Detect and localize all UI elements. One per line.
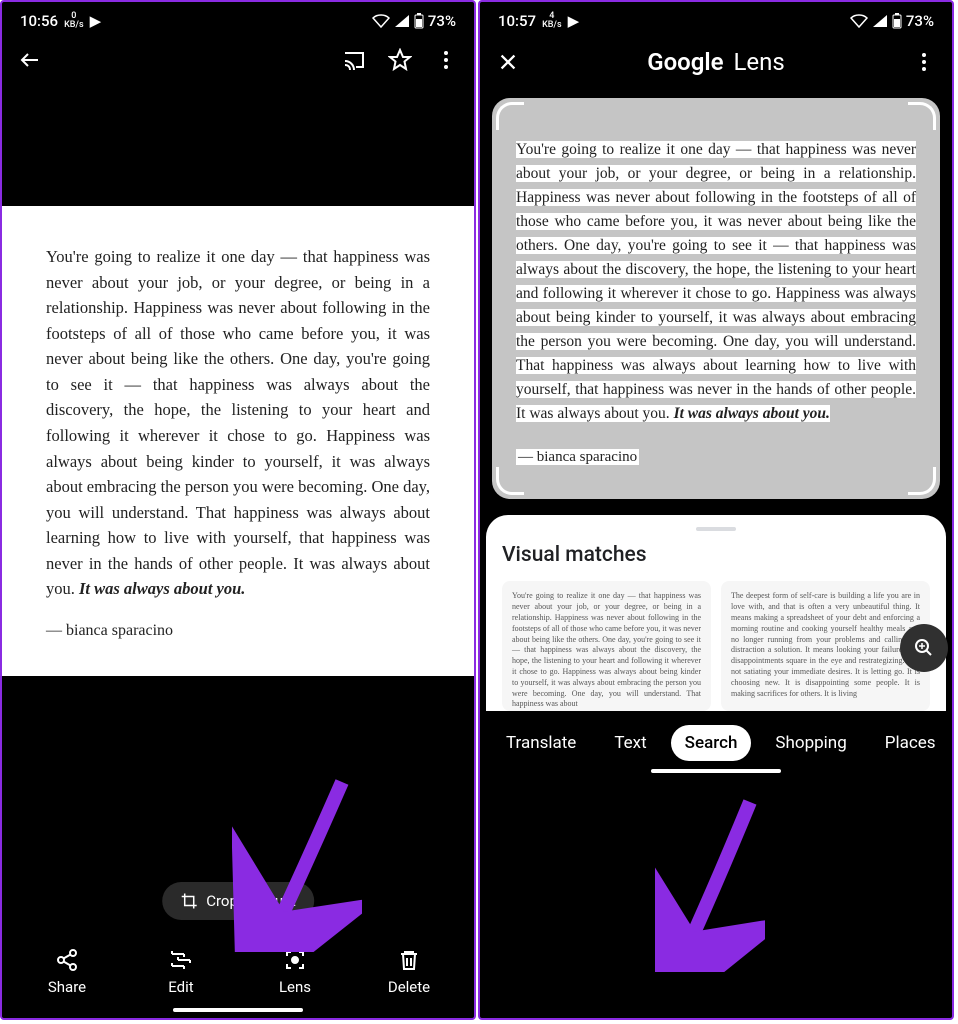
gesture-bar[interactable] bbox=[173, 1008, 303, 1012]
lens-viewport[interactable]: You're going to realize it one day — tha… bbox=[492, 98, 940, 499]
wifi-icon bbox=[850, 14, 868, 28]
notification-icon: ▶ bbox=[568, 12, 580, 30]
bottom-action-bar: Share Edit Lens Delete bbox=[2, 934, 474, 1008]
battery-percent: 73% bbox=[906, 12, 934, 30]
lens-button[interactable]: Lens bbox=[250, 948, 340, 996]
sheet-handle[interactable] bbox=[696, 527, 736, 531]
network-speed: 4KB/s bbox=[542, 12, 562, 30]
tab-text[interactable]: Text bbox=[600, 725, 660, 761]
clock: 10:57 bbox=[498, 12, 536, 30]
photo-app-bar bbox=[2, 34, 474, 86]
status-bar: 10:57 4KB/s ▶ 73% bbox=[480, 2, 952, 34]
signal-icon bbox=[872, 14, 888, 28]
text-select-fab[interactable] bbox=[900, 624, 948, 672]
delete-button[interactable]: Delete bbox=[364, 948, 454, 996]
detected-text: You're going to realize it one day — tha… bbox=[492, 98, 940, 499]
battery-percent: 73% bbox=[428, 12, 456, 30]
more-icon[interactable] bbox=[434, 48, 458, 72]
lens-app-bar: Google Lens bbox=[480, 34, 952, 90]
quote-text: You're going to realize it one day — tha… bbox=[46, 244, 430, 602]
lens-mode-tabs: Translate Text Search Shopping Places bbox=[480, 711, 952, 769]
quote-author: — bianca sparacino bbox=[46, 622, 430, 640]
crop-adjust-chip[interactable]: Crop & adjust bbox=[162, 882, 314, 920]
photo-content[interactable]: You're going to realize it one day — tha… bbox=[2, 206, 474, 676]
cast-icon[interactable] bbox=[342, 48, 366, 72]
sheet-title: Visual matches bbox=[502, 543, 930, 567]
lens-screen: 10:57 4KB/s ▶ 73% Google Lens You're goi… bbox=[478, 0, 954, 1020]
signal-icon bbox=[394, 14, 410, 28]
battery-icon bbox=[414, 13, 424, 29]
photos-viewer-screen: 10:56 0KB/s ▶ 73% You're going to realiz… bbox=[0, 0, 476, 1020]
edit-button[interactable]: Edit bbox=[136, 948, 226, 996]
battery-icon bbox=[892, 13, 902, 29]
crop-corner-tl[interactable] bbox=[496, 102, 524, 130]
wifi-icon bbox=[372, 14, 390, 28]
tab-shopping[interactable]: Shopping bbox=[761, 725, 860, 761]
share-button[interactable]: Share bbox=[22, 948, 112, 996]
notification-icon: ▶ bbox=[90, 12, 102, 30]
back-icon[interactable] bbox=[18, 48, 42, 72]
network-speed: 0KB/s bbox=[64, 12, 84, 30]
result-cards: You're going to realize it one day — tha… bbox=[502, 581, 930, 711]
result-card-1[interactable]: You're going to realize it one day — tha… bbox=[502, 581, 711, 711]
close-icon[interactable] bbox=[496, 50, 520, 74]
clock: 10:56 bbox=[20, 12, 58, 30]
tab-places[interactable]: Places bbox=[871, 725, 950, 761]
lens-title: Google Lens bbox=[647, 48, 785, 76]
gesture-bar[interactable] bbox=[651, 769, 781, 773]
tab-search[interactable]: Search bbox=[671, 725, 752, 761]
tab-translate[interactable]: Translate bbox=[492, 725, 590, 761]
status-bar: 10:56 0KB/s ▶ 73% bbox=[2, 2, 474, 34]
results-sheet[interactable]: Visual matches You're going to realize i… bbox=[486, 515, 946, 711]
annotation-arrow bbox=[655, 792, 765, 972]
star-icon[interactable] bbox=[388, 48, 412, 72]
more-icon[interactable] bbox=[912, 50, 936, 74]
crop-label: Crop & adjust bbox=[206, 892, 296, 910]
result-card-2[interactable]: The deepest form of self-care is buildin… bbox=[721, 581, 930, 711]
